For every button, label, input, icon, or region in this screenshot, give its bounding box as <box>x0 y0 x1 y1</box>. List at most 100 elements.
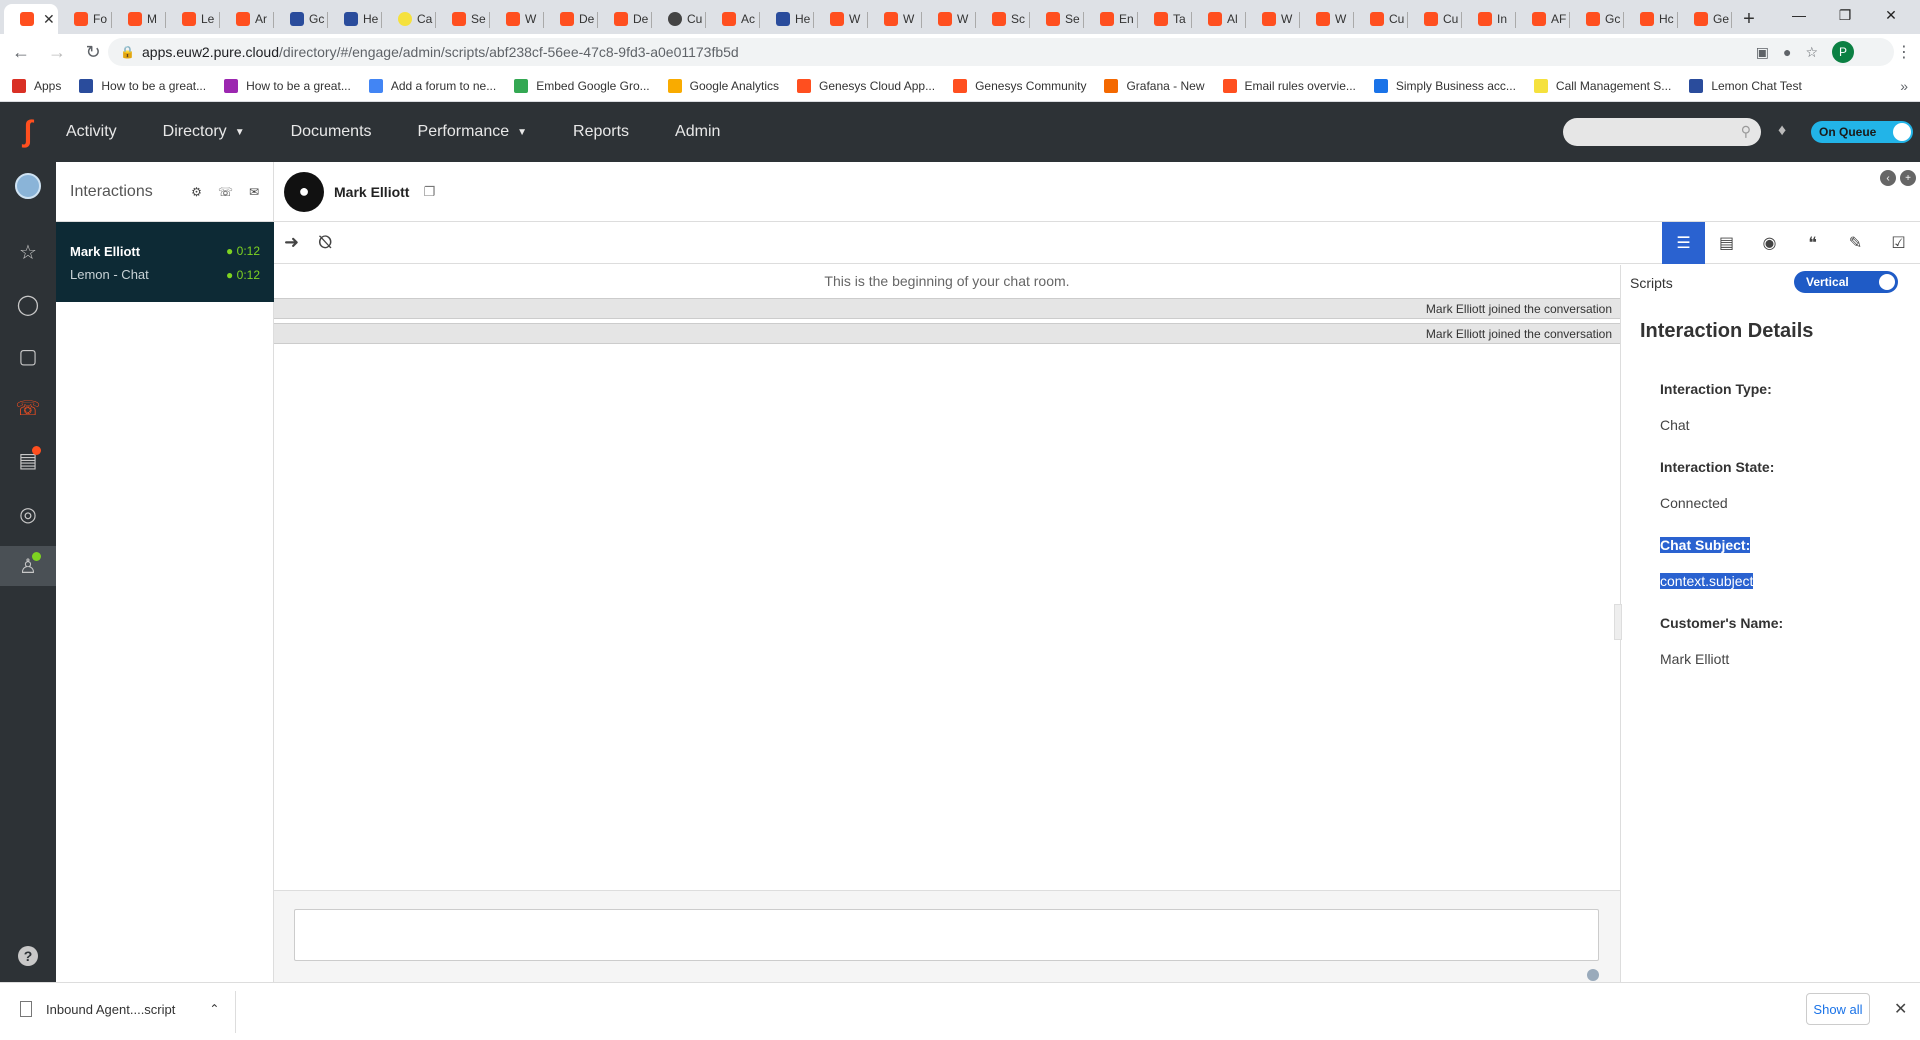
browser-tab[interactable]: W <box>922 4 976 34</box>
browser-tab[interactable]: Ta <box>1138 4 1192 34</box>
browser-tab[interactable]: Se <box>1030 4 1084 34</box>
copy-icon[interactable]: ❐ <box>423 184 435 200</box>
expand-icon[interactable]: + <box>1900 170 1916 186</box>
forward-icon[interactable]: → <box>42 37 72 67</box>
profile-circle-icon[interactable]: ◉ <box>1748 222 1791 264</box>
interaction-card[interactable]: Mark Elliott Lemon - Chat ● 0:12 ● 0:12 <box>56 222 274 302</box>
favorites-star-icon[interactable]: ☆ <box>0 232 56 272</box>
nav-activity[interactable]: Activity <box>66 123 117 141</box>
browser-tab[interactable]: AF <box>1516 4 1570 34</box>
browser-tab[interactable]: W <box>1300 4 1354 34</box>
browser-tab[interactable]: En <box>1084 4 1138 34</box>
browser-tab[interactable]: Cu <box>1354 4 1408 34</box>
browser-tab[interactable]: Cu <box>652 4 706 34</box>
bookmark-item[interactable]: How to be a great... <box>224 78 351 93</box>
minimize-button[interactable]: — <box>1776 0 1822 30</box>
browser-tab[interactable]: Al <box>1192 4 1246 34</box>
script-tab-icon[interactable]: ☰ <box>1662 222 1705 264</box>
bookmark-item[interactable]: Email rules overvie... <box>1222 78 1356 93</box>
download-item[interactable]: Inbound Agent....script ⌃ <box>20 1001 219 1017</box>
location-icon[interactable]: ● <box>1783 44 1791 60</box>
transfer-arrow-icon[interactable]: ➜ <box>284 232 299 253</box>
chat-bubble-icon[interactable]: ◯ <box>0 284 56 324</box>
new-tab-button[interactable]: + <box>1732 4 1766 34</box>
close-tab-icon[interactable]: ✕ <box>43 11 55 28</box>
bookmark-item[interactable]: Grafana - New <box>1104 78 1205 93</box>
genesys-logo-icon[interactable]: ∫ <box>0 102 56 162</box>
nav-directory[interactable]: Directory ▼ <box>163 123 245 141</box>
browser-tab[interactable]: W <box>490 4 544 34</box>
close-icon[interactable]: ✕ <box>1894 999 1907 1019</box>
global-search-input[interactable]: ⚲ <box>1563 118 1761 146</box>
mail-icon[interactable]: ✉ <box>249 185 259 199</box>
close-window-button[interactable]: ✕ <box>1868 0 1914 30</box>
browser-tab[interactable]: Ar <box>220 4 274 34</box>
cast-icon[interactable]: ▣ <box>1756 44 1769 61</box>
bookmark-item[interactable]: Add a forum to ne... <box>368 78 496 93</box>
bell-icon[interactable]: ♦ <box>1778 122 1786 140</box>
browser-tab[interactable]: Cu <box>1408 4 1462 34</box>
browser-tab[interactable]: Ac <box>706 4 760 34</box>
phone-icon[interactable]: ☏ <box>218 185 233 199</box>
browser-tab[interactable]: Sc <box>976 4 1030 34</box>
browser-tab[interactable]: De <box>544 4 598 34</box>
star-icon[interactable]: ☆ <box>1805 44 1818 61</box>
browser-tab[interactable]: Gc <box>274 4 328 34</box>
bookmark-item[interactable]: Genesys Cloud App... <box>797 78 935 93</box>
reload-icon[interactable]: ↻ <box>78 37 108 67</box>
browser-tab[interactable]: De <box>598 4 652 34</box>
browser-tab[interactable]: Gc <box>1570 4 1624 34</box>
panel-splitter[interactable] <box>1614 604 1622 640</box>
browser-tab[interactable]: In <box>1462 4 1516 34</box>
phone-icon[interactable]: ☏ <box>0 388 56 428</box>
bookmark-item[interactable]: Genesys Community <box>953 78 1086 93</box>
nav-documents[interactable]: Documents <box>291 123 372 141</box>
browser-menu-icon[interactable]: ⋮ <box>1896 42 1912 62</box>
edit-icon[interactable]: ✎ <box>1834 222 1877 264</box>
disconnect-icon[interactable]: ⦰ <box>318 232 332 253</box>
bookmark-item[interactable]: Embed Google Gro... <box>514 78 650 93</box>
collapse-left-icon[interactable]: ‹ <box>1880 170 1896 186</box>
message-input[interactable] <box>294 909 1599 961</box>
address-bar[interactable]: 🔒 apps.euw2.pure.cloud/directory/#/engag… <box>108 38 1894 66</box>
agent-status-icon[interactable]: ♙ <box>0 546 56 586</box>
nav-reports[interactable]: Reports <box>573 123 629 141</box>
browser-tab[interactable]: M <box>112 4 166 34</box>
help-ring-icon[interactable]: ◎ <box>0 494 56 534</box>
inbox-icon[interactable]: ▤ <box>0 440 56 480</box>
bookmark-item[interactable]: Google Analytics <box>667 78 779 93</box>
browser-tab[interactable]: He <box>760 4 814 34</box>
back-icon[interactable]: ← <box>6 37 36 67</box>
browser-tab[interactable]: Hc <box>1624 4 1678 34</box>
browser-tab[interactable]: W <box>1246 4 1300 34</box>
quote-icon[interactable]: ❝ <box>1791 222 1834 264</box>
on-queue-toggle[interactable]: On Queue <box>1811 121 1913 143</box>
bookmark-item[interactable]: Lemon Chat Test <box>1689 78 1802 93</box>
bookmark-item[interactable]: Call Management S... <box>1533 78 1671 93</box>
clipboard-icon[interactable]: ☑ <box>1877 222 1920 264</box>
bookmark-item[interactable]: How to be a great... <box>79 78 206 93</box>
browser-tab[interactable]: Le <box>166 4 220 34</box>
bookmarks-overflow-icon[interactable]: » <box>1900 78 1908 94</box>
user-avatar-icon[interactable] <box>0 166 56 206</box>
browser-tab[interactable]: W <box>814 4 868 34</box>
bookmark-item[interactable]: Simply Business acc... <box>1373 78 1516 93</box>
contact-card-icon[interactable]: ▤ <box>1705 222 1748 264</box>
browser-tab[interactable]: Se <box>436 4 490 34</box>
nav-admin[interactable]: Admin <box>675 123 720 141</box>
show-all-button[interactable]: Show all <box>1806 993 1870 1025</box>
browser-tab[interactable]: W <box>868 4 922 34</box>
nav-performance[interactable]: Performance ▼ <box>418 123 528 141</box>
video-icon[interactable]: ▢ <box>0 336 56 376</box>
emoji-icon[interactable] <box>1587 969 1599 981</box>
vertical-toggle[interactable]: Vertical <box>1794 271 1898 293</box>
gear-icon[interactable]: ⚙ <box>191 185 202 199</box>
help-icon[interactable]: ? <box>0 936 56 976</box>
browser-tab[interactable]: Ca <box>382 4 436 34</box>
browser-tab[interactable]: ✕ <box>4 4 58 34</box>
bookmark-item[interactable]: Apps <box>12 78 61 93</box>
profile-avatar[interactable]: P <box>1832 41 1854 63</box>
restore-button[interactable]: ❐ <box>1822 0 1868 30</box>
browser-tab[interactable]: Ge <box>1678 4 1732 34</box>
browser-tab[interactable]: He <box>328 4 382 34</box>
